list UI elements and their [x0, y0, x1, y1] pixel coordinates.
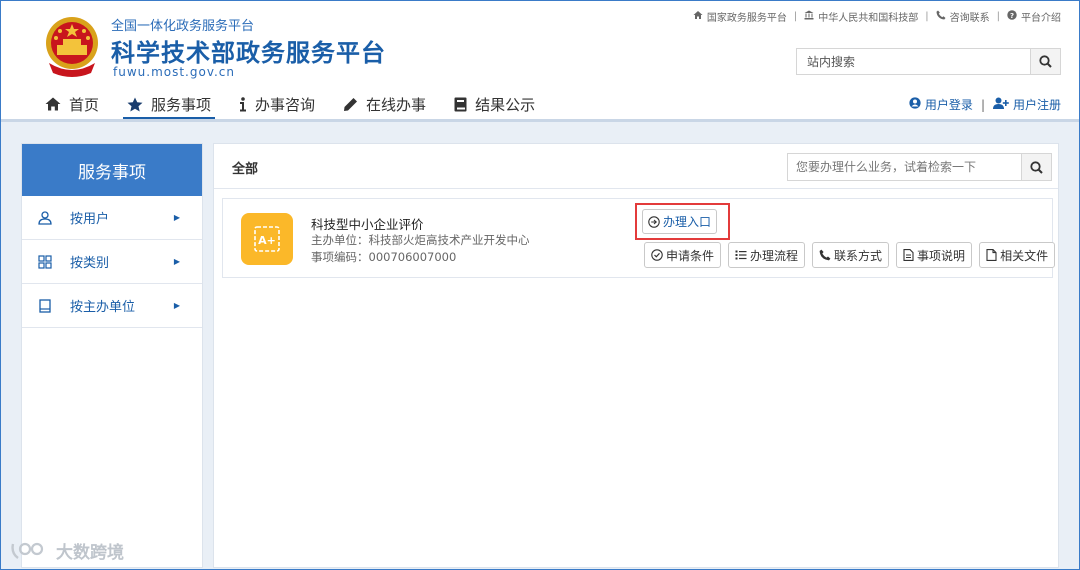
service-card: A+ 科技型中小企业评价 主办单位：科技部火炬高技术产业开发中心 事项编码：00…	[222, 198, 1056, 278]
site-search-input[interactable]	[797, 49, 1030, 74]
nav-label: 结果公示	[475, 95, 536, 114]
enter-service-button[interactable]: 办理入口	[642, 209, 717, 234]
conditions-button[interactable]: 申请条件	[644, 242, 722, 268]
user-plus-icon	[992, 97, 1009, 112]
sidebar: 服务事项 按用户 ▶ 按类别 ▶ 按主办单位 ▶	[21, 143, 203, 568]
action-label: 相关文件	[1000, 248, 1049, 263]
search-icon	[1030, 160, 1043, 174]
institution-icon	[804, 10, 814, 23]
user-circle-icon	[909, 97, 921, 112]
service-code: 事项编码：000706007000	[311, 250, 457, 264]
sidebar-item-label: 按主办单位	[70, 300, 136, 315]
watermark-text: 大数跨境	[56, 543, 124, 563]
platform-title[interactable]: 科学技术部政务服务平台	[111, 33, 386, 68]
grid-icon	[38, 254, 56, 269]
separator: |	[996, 11, 1000, 22]
toplink-contact[interactable]: 咨询联系	[950, 9, 990, 24]
service-icon: A+	[241, 213, 293, 265]
caret-right-icon: ▶	[173, 301, 180, 310]
platform-url: fuwu.most.gov.cn	[113, 65, 236, 79]
register-link[interactable]: 用户注册	[1013, 96, 1061, 113]
star-icon	[127, 97, 143, 112]
nav-online[interactable]: 在线办事	[339, 89, 430, 119]
user-icon	[38, 210, 56, 225]
book-icon	[454, 97, 467, 112]
nav-label: 服务事项	[151, 95, 212, 114]
related-files-button[interactable]: 相关文件	[979, 242, 1056, 268]
service-icon-text: A+	[258, 234, 276, 247]
site-search	[796, 48, 1061, 75]
caret-right-icon: ▶	[173, 213, 180, 222]
user-links: 用户登录 | 用户注册	[909, 96, 1061, 113]
site-search-button[interactable]	[1030, 49, 1060, 74]
top-links: 国家政务服务平台 | 中华人民共和国科技部 | 咨询联系 | ? 平台介绍	[693, 9, 1061, 24]
phone-icon	[819, 249, 831, 261]
watermark-logo-icon	[11, 542, 44, 559]
action-label: 办理流程	[750, 248, 799, 263]
nav-consult[interactable]: 办事咨询	[235, 89, 319, 119]
arrow-circle-right-icon	[648, 215, 660, 228]
nav-results[interactable]: 结果公示	[450, 89, 539, 119]
home-icon	[45, 97, 61, 111]
toplink-gov-platform[interactable]: 国家政务服务平台	[707, 9, 787, 24]
sidebar-item-label: 按类别	[70, 256, 110, 271]
platform-subtitle: 全国一体化政务服务平台	[111, 19, 255, 34]
caret-right-icon: ▶	[173, 257, 180, 266]
login-link[interactable]: 用户登录	[925, 96, 973, 113]
action-label: 申请条件	[666, 248, 715, 263]
phone-icon	[936, 10, 946, 23]
service-search-button[interactable]	[1021, 154, 1051, 180]
home-icon	[693, 10, 703, 23]
sidebar-item-label: 按用户	[70, 212, 110, 227]
separator: |	[980, 97, 985, 112]
service-organizer: 主办单位：科技部火炬高技术产业开发中心	[311, 233, 530, 247]
action-label: 联系方式	[834, 248, 883, 263]
file-icon	[986, 249, 997, 261]
sidebar-item-by-category[interactable]: 按类别 ▶	[22, 240, 202, 284]
list-icon	[735, 250, 747, 260]
category-title: 全部	[232, 162, 259, 177]
info-icon	[239, 96, 247, 112]
service-search-input[interactable]	[788, 154, 1021, 180]
document-icon	[903, 249, 914, 261]
action-label: 事项说明	[917, 248, 966, 263]
watermark: 大数跨境	[10, 538, 124, 563]
process-button[interactable]: 办理流程	[728, 242, 806, 268]
svg-text:?: ?	[1010, 12, 1014, 20]
separator: |	[793, 11, 798, 22]
national-emblem-logo	[46, 17, 98, 77]
nav-services[interactable]: 服务事项	[123, 89, 216, 120]
description-button[interactable]: 事项说明	[896, 242, 973, 268]
service-actions: 申请条件 办理流程 联系方式 事项说明 相关文件	[644, 242, 1056, 268]
nav-label: 办事咨询	[255, 95, 316, 114]
sidebar-item-by-user[interactable]: 按用户 ▶	[22, 196, 202, 240]
main-header: 全部	[214, 144, 1058, 189]
toplink-intro[interactable]: 平台介绍	[1021, 9, 1061, 24]
nav-label: 在线办事	[366, 95, 427, 114]
nav-label: 首页	[69, 95, 100, 114]
service-search	[787, 153, 1052, 181]
question-icon: ?	[1007, 10, 1017, 23]
search-icon	[1039, 55, 1052, 68]
contact-button[interactable]: 联系方式	[812, 242, 890, 268]
toplink-most[interactable]: 中华人民共和国科技部	[818, 9, 918, 24]
service-name[interactable]: 科技型中小企业评价	[311, 214, 424, 233]
enter-service-label: 办理入口	[662, 215, 711, 229]
sidebar-item-by-organizer[interactable]: 按主办单位 ▶	[22, 284, 202, 328]
main-panel: 全部 A+ 科技型中小企业评价 主办单位：科技部火炬高技术产业开发中心 事项编码…	[213, 143, 1059, 568]
pencil-icon	[343, 97, 358, 112]
main-nav: 首页 服务事项 办事咨询 在线办事 结果公示	[41, 89, 559, 120]
building-icon	[38, 298, 56, 313]
nav-home[interactable]: 首页	[41, 89, 103, 119]
separator: |	[925, 11, 929, 22]
site-header: 全国一体化政务服务平台 科学技术部政务服务平台 fuwu.most.gov.cn…	[1, 1, 1079, 120]
sidebar-title: 服务事项	[22, 144, 202, 196]
check-circle-icon	[651, 249, 663, 261]
